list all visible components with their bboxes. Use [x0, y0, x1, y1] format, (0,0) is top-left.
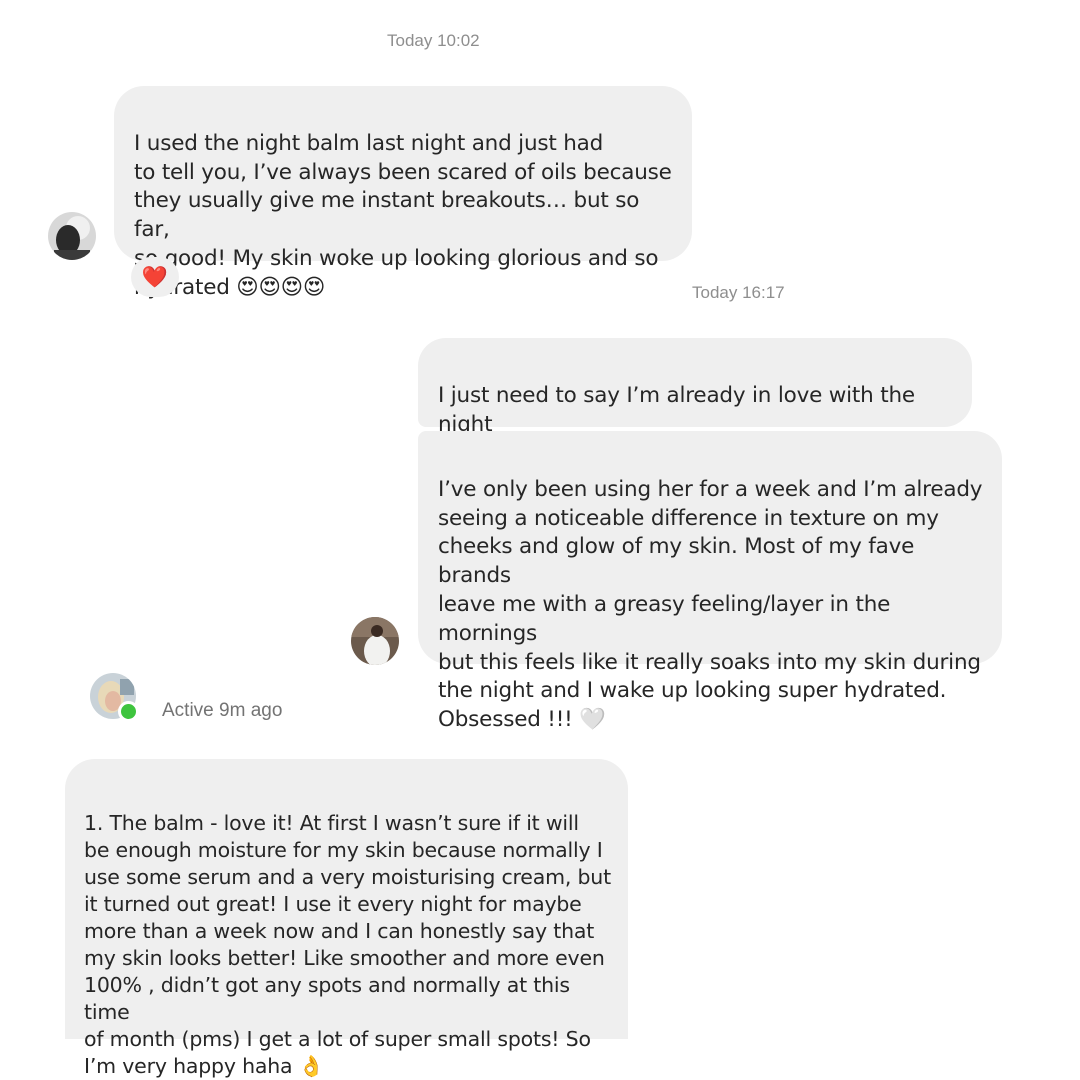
message-text: 1. The balm - love it! At first I wasn’t…	[84, 811, 611, 1078]
reaction-badge[interactable]: ❤️	[131, 257, 179, 297]
sender-avatar[interactable]	[351, 617, 399, 665]
timestamp-first: Today 10:02	[387, 31, 480, 50]
message-bubble-sent[interactable]: I just need to say I’m already in love w…	[418, 338, 972, 465]
heart-icon: ❤️	[141, 264, 169, 289]
message-text: I’ve only been using her for a week and …	[438, 476, 983, 733]
timestamp-second: Today 16:17	[692, 283, 785, 302]
message-bubble-received[interactable]: 1. The balm - love it! At first I wasn’t…	[65, 759, 628, 1078]
sender-avatar[interactable]	[48, 212, 96, 260]
online-indicator-icon	[118, 701, 139, 722]
message-text: I used the night balm last night and jus…	[134, 130, 672, 300]
message-bubble-sent[interactable]: I’ve only been using her for a week and …	[418, 431, 1002, 732]
active-status: Active 9m ago	[162, 700, 283, 721]
message-bubble-received[interactable]: I used the night balm last night and jus…	[114, 86, 692, 300]
